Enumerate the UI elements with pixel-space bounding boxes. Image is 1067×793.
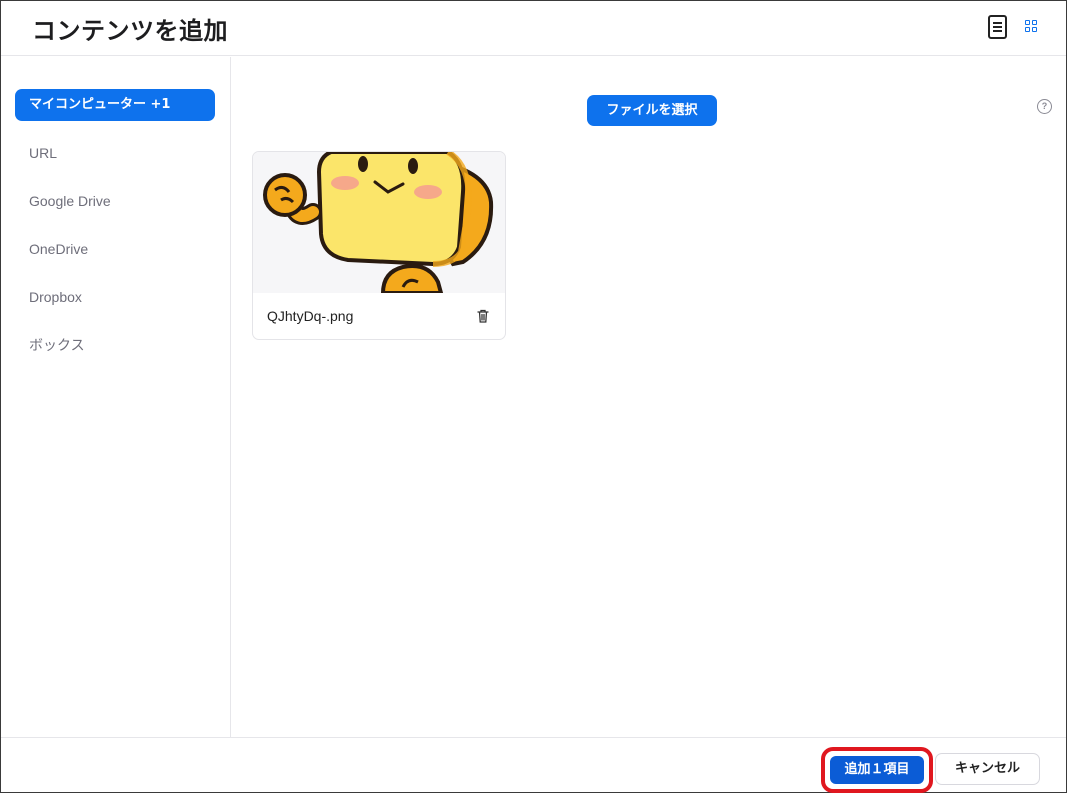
- source-sidebar: マイコンピューター +1 URL Google Drive OneDrive D…: [1, 57, 231, 737]
- content-area: ファイルを選択 ? QJhtyDq-.png: [232, 57, 1066, 737]
- trash-icon[interactable]: [475, 308, 491, 324]
- mascot-image: [263, 152, 494, 293]
- sidebar-item-box[interactable]: ボックス: [15, 329, 215, 361]
- sidebar-item-my-computer[interactable]: マイコンピューター +1: [15, 89, 215, 121]
- help-icon[interactable]: ?: [1037, 99, 1052, 114]
- dialog-footer: 追加１項目 キャンセル: [1, 737, 1066, 793]
- add-content-dialog: コンテンツを追加 マイコンピューター +1 URL Google Drive O…: [0, 0, 1067, 793]
- file-thumbnail: [253, 152, 505, 293]
- list-view-icon[interactable]: [988, 15, 1007, 39]
- choose-file-button[interactable]: ファイルを選択: [587, 95, 717, 126]
- add-button-highlight: 追加１項目: [821, 747, 933, 793]
- sidebar-item-onedrive[interactable]: OneDrive: [15, 233, 215, 265]
- sidebar-item-google-drive[interactable]: Google Drive: [15, 185, 215, 217]
- add-items-button[interactable]: 追加１項目: [830, 756, 924, 784]
- dialog-title: コンテンツを追加: [32, 17, 228, 45]
- cancel-button[interactable]: キャンセル: [935, 753, 1040, 785]
- file-card[interactable]: QJhtyDq-.png: [252, 151, 506, 340]
- dialog-header: コンテンツを追加: [1, 1, 1066, 56]
- grid-view-icon[interactable]: [1025, 20, 1038, 33]
- sidebar-item-dropbox[interactable]: Dropbox: [15, 281, 215, 313]
- file-name: QJhtyDq-.png: [267, 308, 354, 324]
- sidebar-item-url[interactable]: URL: [15, 137, 215, 169]
